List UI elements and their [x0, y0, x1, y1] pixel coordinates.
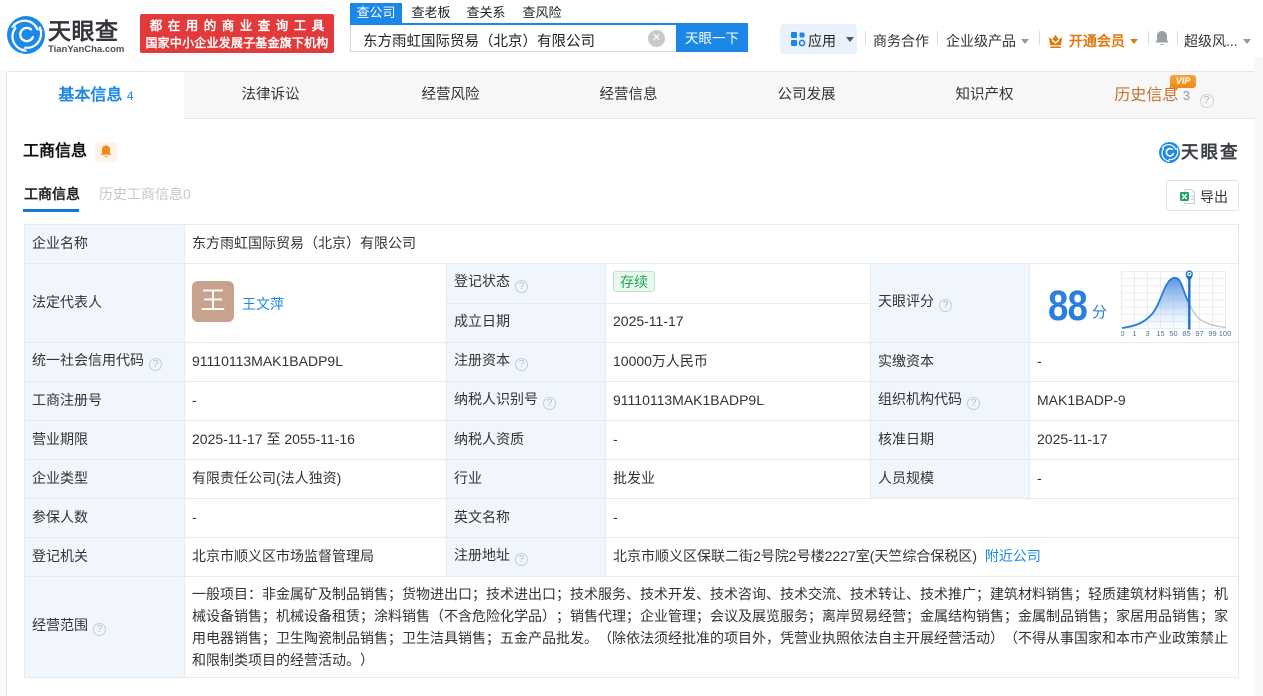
- svg-text:99: 99: [1208, 329, 1216, 338]
- svg-text:97: 97: [1195, 329, 1203, 338]
- svg-text:50: 50: [1169, 329, 1177, 338]
- svg-text:15: 15: [1156, 329, 1164, 338]
- svg-text:100: 100: [1219, 329, 1232, 338]
- svg-text:85: 85: [1182, 329, 1190, 338]
- svg-text:1: 1: [1132, 329, 1136, 338]
- svg-text:3: 3: [1145, 329, 1149, 338]
- svg-text:0: 0: [1121, 329, 1125, 338]
